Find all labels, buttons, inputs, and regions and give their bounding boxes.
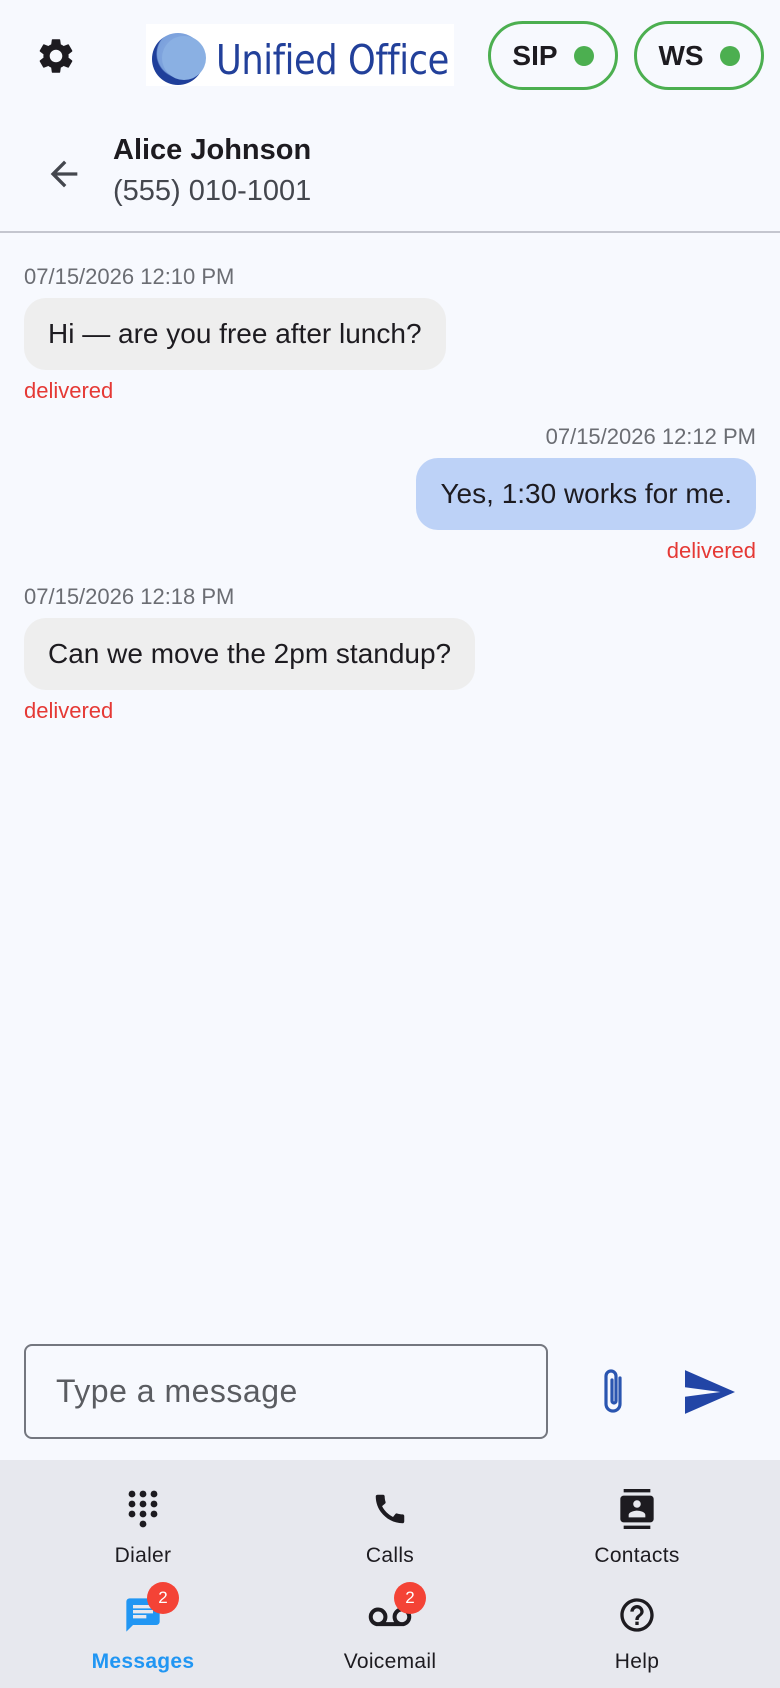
- contact-phone: (555) 010-1001: [113, 175, 312, 207]
- message-bubble[interactable]: Yes, 1:30 works for me.: [416, 458, 756, 530]
- contacts-icon: [607, 1484, 667, 1534]
- delivery-status: delivered: [24, 698, 114, 723]
- conversation-header: Alice Johnson (555) 010-1001: [0, 112, 780, 233]
- attachment-icon: [604, 1369, 622, 1413]
- nav-label: Help: [614, 1650, 660, 1673]
- message-status: delivered: [667, 538, 756, 564]
- ws-label: WS: [658, 39, 704, 71]
- nav-label: Messages: [91, 1650, 195, 1673]
- sip-status-button[interactable]: SIP: [488, 21, 618, 90]
- send-icon: [685, 1370, 735, 1414]
- help-icon: [607, 1590, 667, 1640]
- message-bubble[interactable]: Can we move the 2pm standup?: [24, 618, 476, 690]
- delivery-status: delivered: [24, 378, 114, 403]
- nav-item-voicemail[interactable]: 2 Voicemail: [290, 1582, 490, 1686]
- message-bubble[interactable]: Hi — are you free after lunch?: [24, 298, 446, 370]
- message-item: 07/15/2026 12:10 PM: [24, 264, 234, 290]
- unified-office-logo: Unified Office: [146, 24, 454, 86]
- nav-item-messages[interactable]: 2 Messages: [43, 1582, 243, 1686]
- nav-label: Calls: [365, 1544, 415, 1567]
- delivery-status: delivered: [666, 538, 756, 563]
- arrow-back-icon: [50, 160, 78, 188]
- nav-item-help[interactable]: Help: [537, 1586, 737, 1686]
- messages-badge: 2: [147, 1582, 179, 1614]
- message-timestamp: 07/15/2026 12:12 PM: [545, 424, 756, 449]
- bottom-navigation: Dialer Calls Contacts 2 Messages 2 Voice…: [0, 1460, 780, 1688]
- message-timestamp: 07/15/2026 12:10 PM: [24, 264, 235, 289]
- message-item: 07/15/2026 12:12 PM: [546, 424, 756, 450]
- back-button[interactable]: [38, 148, 90, 200]
- message-icon: 2: [113, 1582, 179, 1640]
- nav-item-calls[interactable]: Calls: [290, 1480, 490, 1580]
- contact-name: Alice Johnson: [113, 134, 312, 166]
- message-text: Can we move the 2pm standup?: [24, 618, 476, 690]
- nav-item-contacts[interactable]: Contacts: [537, 1480, 737, 1580]
- nav-item-dialer[interactable]: Dialer: [43, 1480, 243, 1580]
- message-text: Hi — are you free after lunch?: [24, 298, 446, 370]
- phone-icon: [360, 1484, 420, 1534]
- top-bar: Unified Office SIP WS: [0, 0, 780, 112]
- voicemail-icon: 2: [360, 1582, 426, 1640]
- message-input[interactable]: [26, 1346, 546, 1437]
- send-button[interactable]: [682, 1362, 738, 1422]
- message-timestamp: 07/15/2026 12:18 PM: [24, 584, 235, 609]
- dialpad-icon: [113, 1484, 173, 1534]
- sip-label: SIP: [512, 39, 558, 71]
- ws-connected-indicator: [719, 45, 740, 66]
- logo-text: Unified Office: [216, 36, 449, 84]
- ws-status-button[interactable]: WS: [634, 21, 764, 90]
- settings-button[interactable]: [32, 32, 80, 80]
- attach-button[interactable]: [588, 1360, 638, 1424]
- gear-icon: [39, 39, 73, 73]
- message-composer: [24, 1344, 548, 1439]
- message-list[interactable]: 07/15/2026 12:10 PM Hi — are you free af…: [0, 233, 780, 1333]
- voicemail-badge: 2: [394, 1582, 426, 1614]
- nav-label: Contacts: [594, 1544, 680, 1567]
- message-status: delivered: [24, 698, 113, 724]
- nav-label: Dialer: [114, 1544, 172, 1567]
- message-item: 07/15/2026 12:18 PM: [24, 584, 234, 610]
- message-text: Yes, 1:30 works for me.: [416, 458, 756, 530]
- sip-connected-indicator: [573, 45, 594, 66]
- logo-mark-icon: [152, 33, 206, 85]
- nav-label: Voicemail: [343, 1650, 437, 1673]
- message-status: delivered: [24, 378, 113, 404]
